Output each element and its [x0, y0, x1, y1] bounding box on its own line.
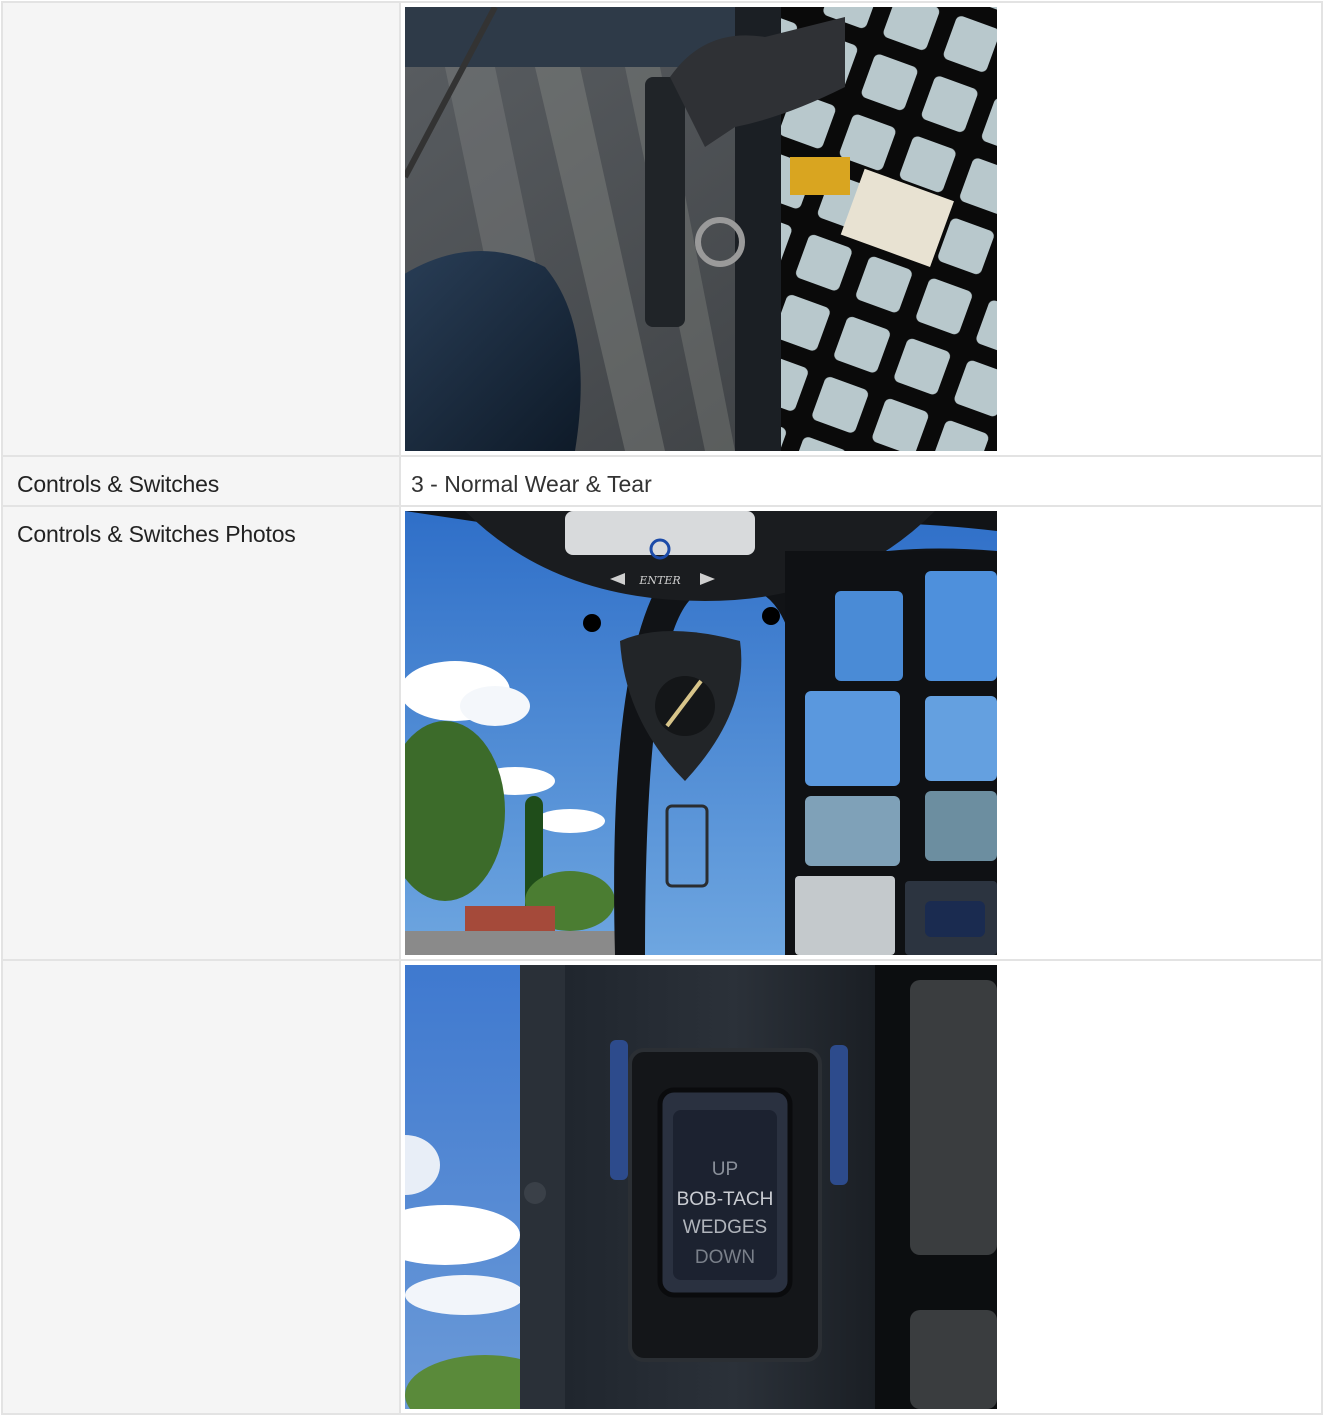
switch-label-wedges: WEDGES: [683, 1217, 767, 1238]
table-row: Controls & Switches 3 - Normal Wear & Te…: [1, 455, 1323, 507]
table-row: [1, 1, 1323, 457]
switch-label-bob-tach: BOB-TACH: [677, 1189, 774, 1210]
row-label-cell: Controls & Switches Photos: [1, 505, 401, 961]
row-label-cell: [1, 959, 401, 1415]
cab-interior-grab-handle-photo[interactable]: [405, 7, 997, 451]
enter-key-label: ENTER: [638, 574, 680, 587]
table-row: Controls & Switches Photos ENTER: [1, 505, 1323, 961]
controls-switches-label: Controls & Switches: [17, 471, 219, 497]
switch-label-down: DOWN: [695, 1247, 755, 1268]
switch-label-up: UP: [712, 1159, 738, 1180]
bob-tach-switch-photo[interactable]: UP BOB-TACH WEDGES DOWN: [405, 965, 997, 1409]
inspection-table: Controls & Switches 3 - Normal Wear & Te…: [1, 1, 1323, 1415]
row-label: [3, 3, 399, 17]
row-label-cell: [1, 1, 401, 457]
row-value-cell: ENTER: [399, 505, 1323, 961]
controls-switches-rating: 3 - Normal Wear & Tear: [411, 471, 652, 497]
row-value-cell: UP BOB-TACH WEDGES DOWN: [399, 959, 1323, 1415]
row-label-cell: Controls & Switches: [1, 455, 401, 507]
row-label: [3, 961, 399, 975]
controls-switches-photos-label: Controls & Switches Photos: [17, 521, 296, 547]
row-value-cell: [399, 1, 1323, 457]
instrument-panel-photo[interactable]: ENTER: [405, 511, 997, 955]
table-row: UP BOB-TACH WEDGES DOWN: [1, 959, 1323, 1415]
row-value-cell: 3 - Normal Wear & Tear: [399, 455, 1323, 507]
